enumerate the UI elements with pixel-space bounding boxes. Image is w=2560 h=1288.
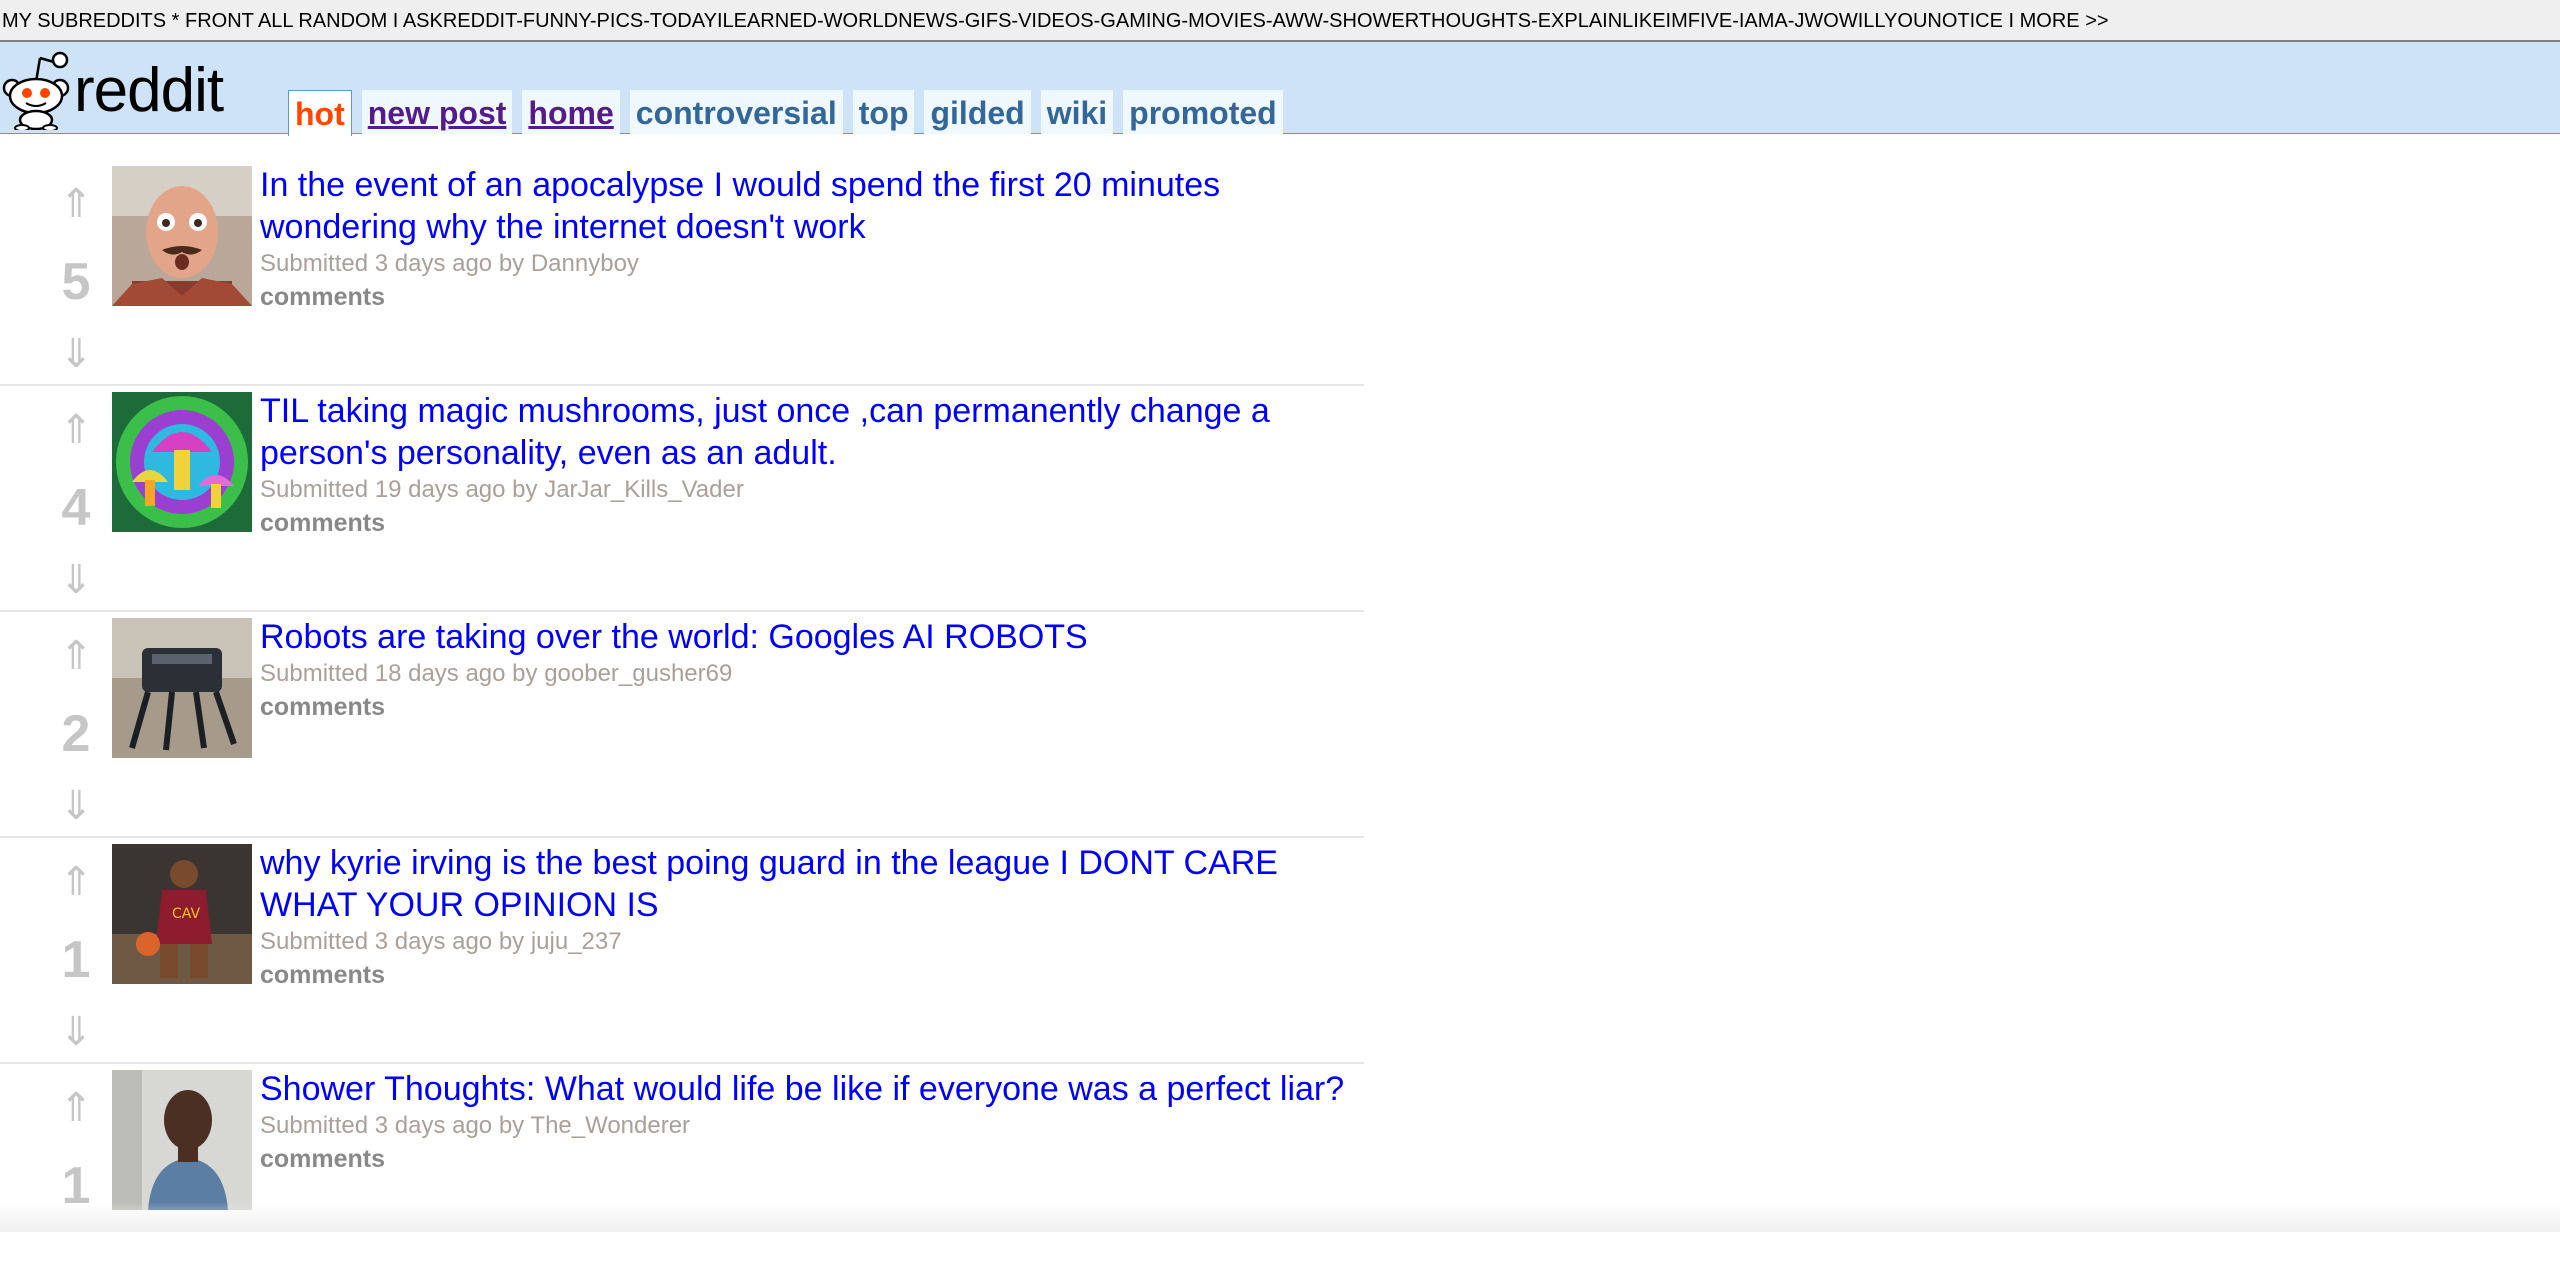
post-title-link[interactable]: Robots are taking over the world: Google… (260, 616, 1360, 658)
robot-image (112, 618, 252, 758)
tab-hot[interactable]: hot (288, 90, 352, 136)
post-thumbnail[interactable]: CAV (112, 844, 252, 984)
post-entry: Shower Thoughts: What would life be like… (260, 1068, 1360, 1176)
post-title-link[interactable]: Shower Thoughts: What would life be like… (260, 1068, 1360, 1110)
post-item: ⇑ 5 ⇓ In the event of an apocalypse I wo… (0, 160, 1364, 386)
post-item: ⇑ 4 ⇓ TIL taking magic mushrooms, just o… (0, 386, 1364, 612)
downvote-arrow-icon[interactable]: ⇓ (56, 334, 96, 374)
post-score: 1 (61, 931, 91, 989)
post-score: 5 (61, 253, 91, 311)
post-tagline: Submitted 3 days ago by juju_237 (260, 926, 1360, 958)
post-score: 2 (61, 705, 91, 763)
tab-controversial[interactable]: controversial (629, 90, 843, 134)
tab-home[interactable]: home (522, 90, 620, 134)
submitted-text: Submitted 18 days ago by (260, 660, 545, 687)
post-item: ⇑ 1 ⇓ CAV why kyrie irving is the best p… (0, 838, 1364, 1064)
comments-link[interactable]: comments (260, 958, 385, 992)
post-entry: In the event of an apocalypse I would sp… (260, 164, 1360, 314)
downvote-arrow-icon[interactable]: ⇓ (56, 786, 96, 826)
post-tagline: Submitted 3 days ago by The_Wonderer (260, 1110, 1360, 1142)
tab-gilded[interactable]: gilded (924, 90, 1031, 134)
post-thumbnail[interactable] (112, 166, 252, 306)
tab-wiki[interactable]: wiki (1040, 90, 1114, 134)
post-entry: TIL taking magic mushrooms, just once ,c… (260, 390, 1360, 540)
post-thumbnail[interactable] (112, 1070, 252, 1210)
man-portrait-image (112, 1070, 252, 1210)
comments-link[interactable]: comments (260, 1142, 385, 1176)
comments-link[interactable]: comments (260, 280, 385, 314)
post-title-link[interactable]: why kyrie irving is the best poing guard… (260, 842, 1360, 926)
bottom-fade (0, 1202, 2560, 1232)
srbar-more-link[interactable]: I MORE >> (2003, 10, 2109, 32)
psychedelic-mushroom-image (112, 392, 252, 532)
logo-wordmark: reddit (74, 56, 224, 125)
post-item: ⇑ 1 Shower Thoughts: What would life be … (0, 1064, 1364, 1288)
upvote-arrow-icon[interactable]: ⇑ (56, 636, 96, 676)
tab-promoted[interactable]: promoted (1123, 90, 1283, 134)
submitted-text: Submitted 3 days ago by (260, 250, 531, 277)
post-entry: why kyrie irving is the best poing guard… (260, 842, 1360, 992)
upvote-arrow-icon[interactable]: ⇑ (56, 1088, 96, 1128)
submitted-text: Submitted 3 days ago by (260, 928, 531, 955)
post-score: 4 (61, 479, 91, 537)
author-link[interactable]: The_Wonderer (530, 1112, 690, 1139)
post-thumbnail[interactable] (112, 618, 252, 758)
subreddit-bar: MY SUBREDDITS * FRONT ALL RANDOM I ASKRE… (0, 0, 2560, 42)
comments-link[interactable]: comments (260, 506, 385, 540)
header: reddit hot new post home controversial t… (0, 42, 2560, 136)
srbar-prefix[interactable]: MY SUBREDDITS * FRONT ALL RANDOM I (2, 10, 403, 32)
tab-top[interactable]: top (852, 90, 915, 134)
post-item: ⇑ 2 ⇓ Robots are taking over the world: … (0, 612, 1364, 838)
post-thumbnail[interactable] (112, 392, 252, 532)
submitted-text: Submitted 3 days ago by (260, 1112, 531, 1139)
upvote-arrow-icon[interactable]: ⇑ (56, 862, 96, 902)
post-list: ⇑ 5 ⇓ In the event of an apocalypse I wo… (0, 160, 1364, 1288)
post-entry: Robots are taking over the world: Google… (260, 616, 1360, 724)
srbar-subreddit-list[interactable]: ASKREDDIT-FUNNY-PICS-TODAYILEARNED-WORLD… (403, 10, 2003, 32)
author-link[interactable]: JarJar_Kills_Vader (544, 476, 744, 503)
reddit-alien-icon (2, 51, 70, 130)
post-tagline: Submitted 19 days ago by JarJar_Kills_Va… (260, 474, 1360, 506)
post-title-link[interactable]: In the event of an apocalypse I would sp… (260, 164, 1360, 248)
svg-text:CAV: CAV (172, 906, 200, 922)
author-link[interactable]: goober_gusher69 (544, 660, 732, 687)
author-link[interactable]: juju_237 (531, 928, 622, 955)
man-face-image (112, 166, 252, 306)
downvote-arrow-icon[interactable]: ⇓ (56, 1012, 96, 1052)
post-tagline: Submitted 18 days ago by goober_gusher69 (260, 658, 1360, 690)
upvote-arrow-icon[interactable]: ⇑ (56, 410, 96, 450)
basketball-player-image: CAV (112, 844, 252, 984)
tab-new-post[interactable]: new post (361, 90, 513, 134)
submitted-text: Submitted 19 days ago by (260, 476, 545, 503)
reddit-logo[interactable]: reddit (0, 44, 260, 130)
author-link[interactable]: Dannyboy (531, 250, 639, 277)
upvote-arrow-icon[interactable]: ⇑ (56, 184, 96, 224)
downvote-arrow-icon[interactable]: ⇓ (56, 560, 96, 600)
sort-tabs: hot new post home controversial top gild… (288, 90, 1293, 136)
post-title-link[interactable]: TIL taking magic mushrooms, just once ,c… (260, 390, 1360, 474)
comments-link[interactable]: comments (260, 690, 385, 724)
post-tagline: Submitted 3 days ago by Dannyboy (260, 248, 1360, 280)
